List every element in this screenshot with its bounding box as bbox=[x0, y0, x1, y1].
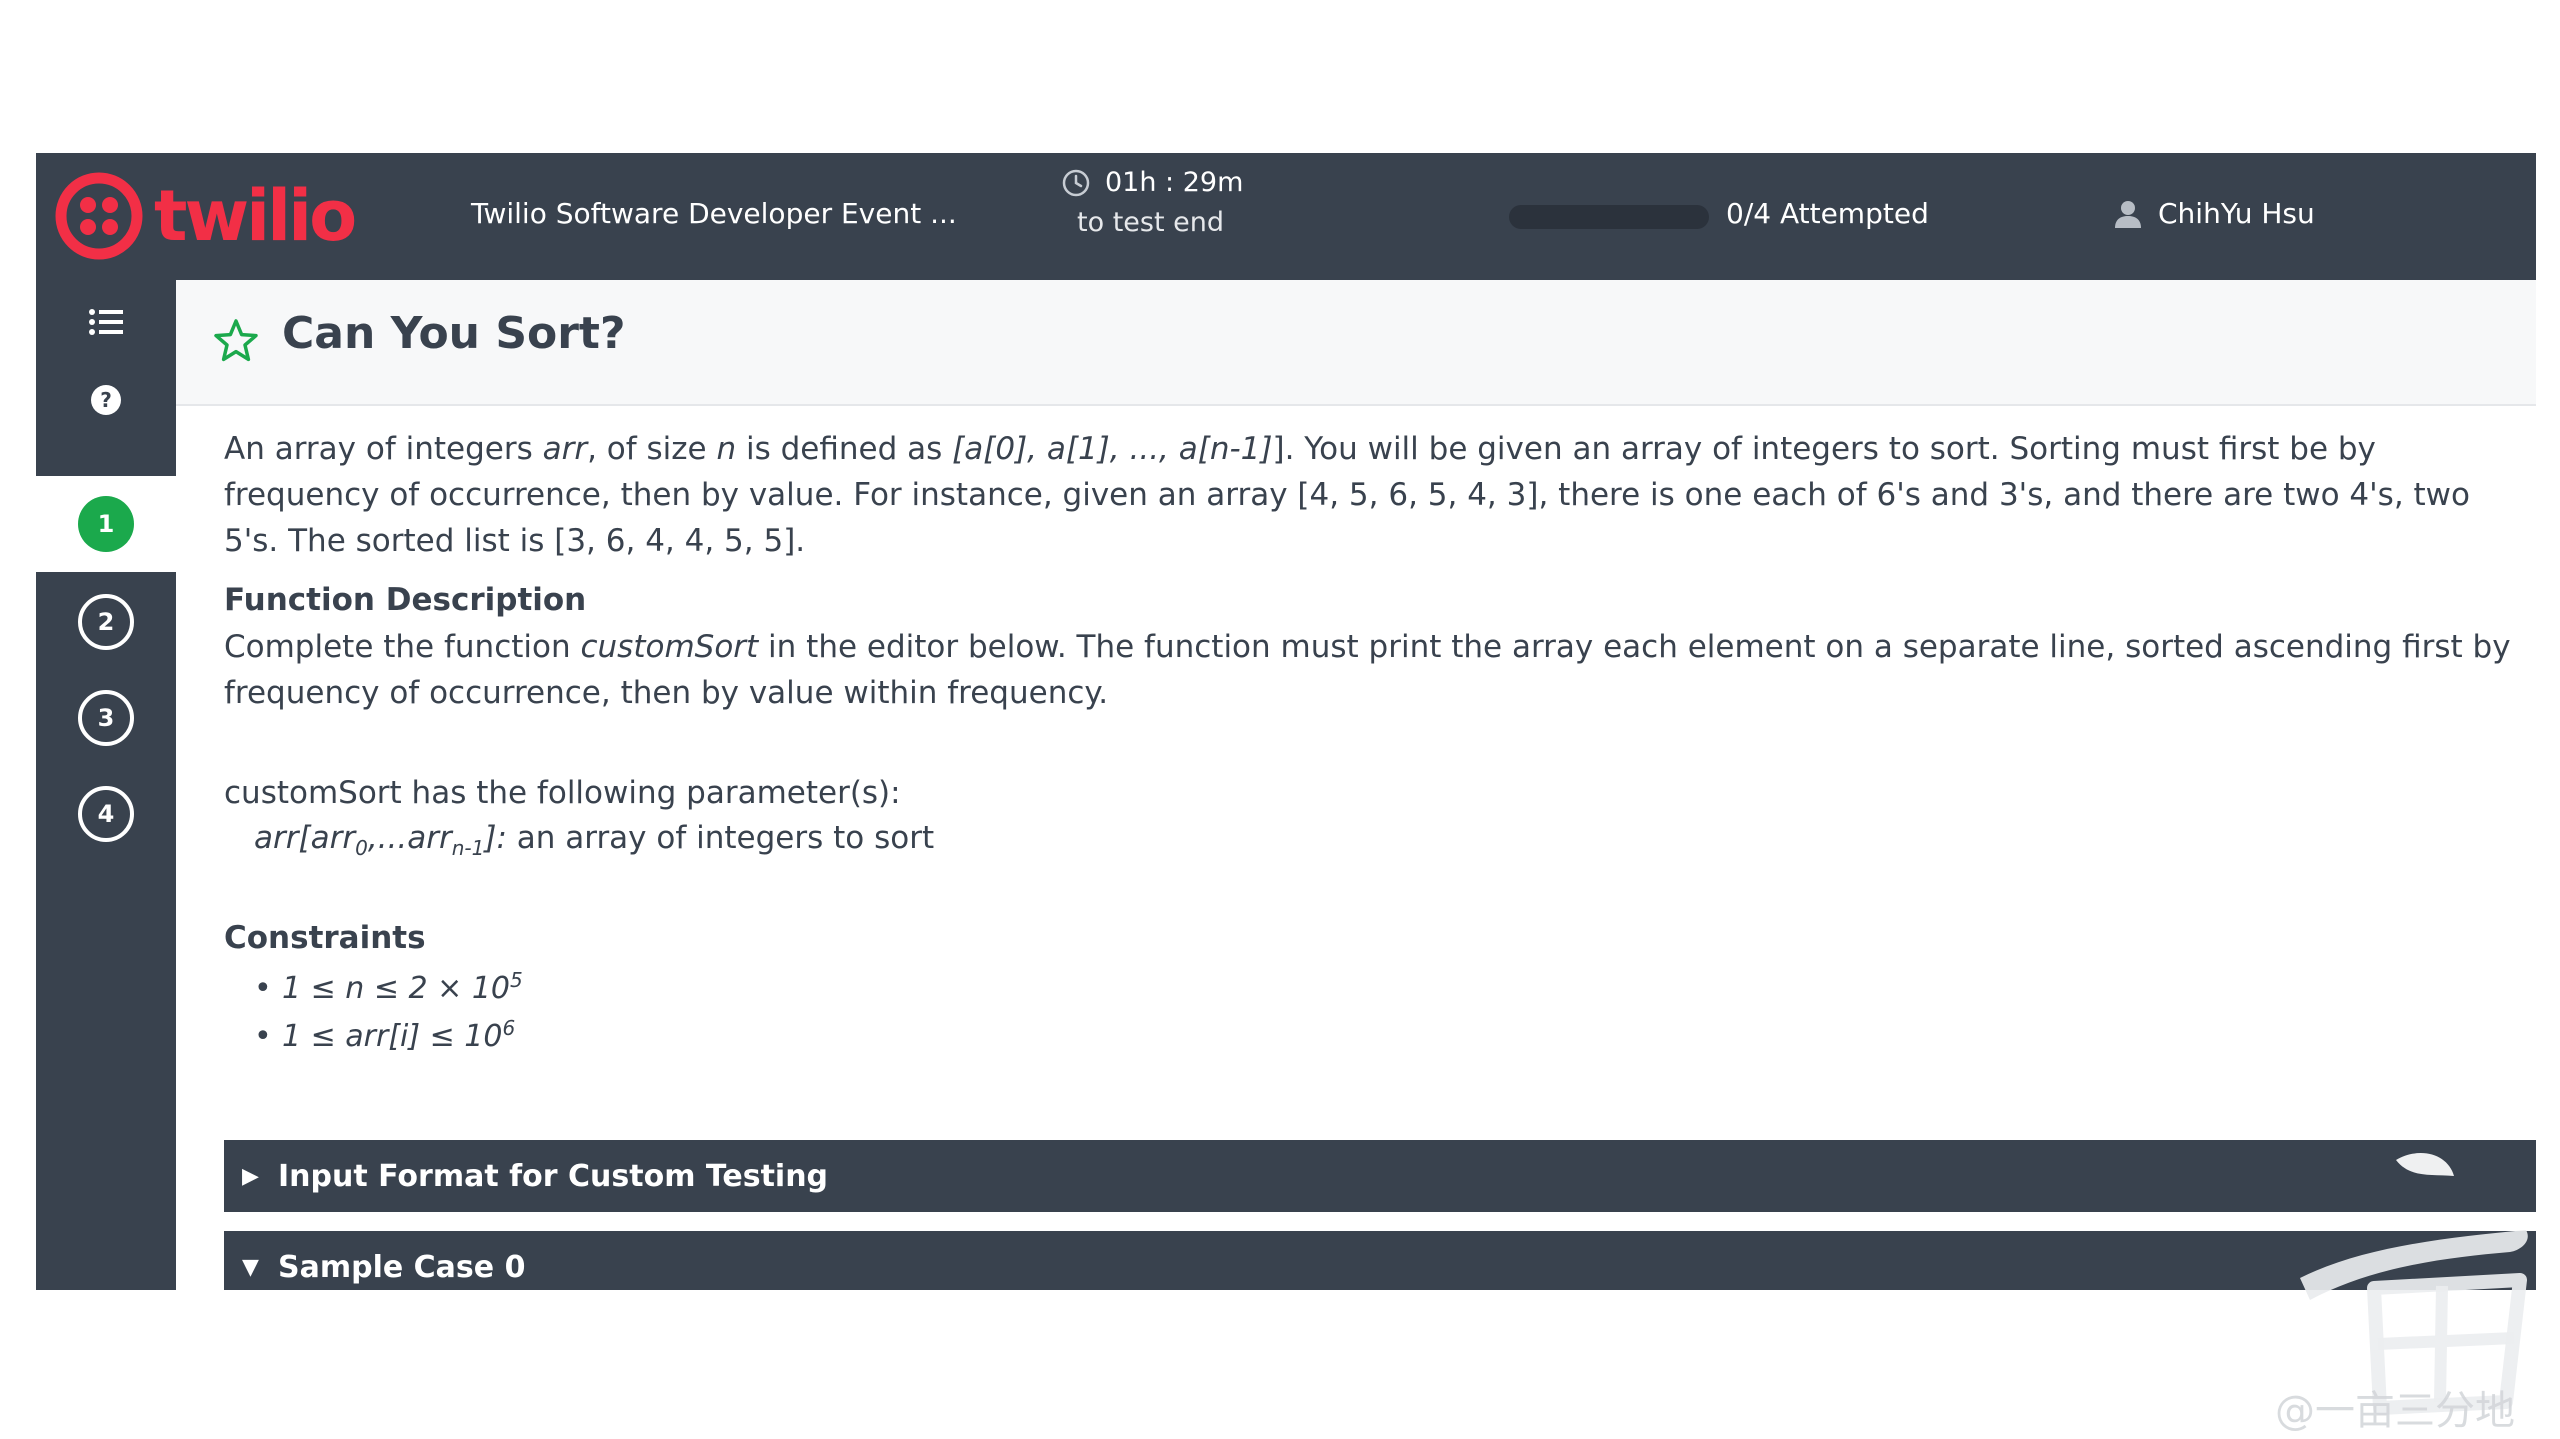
problem-title-bar: Can You Sort? bbox=[176, 280, 2536, 406]
param-description: an array of integers to sort bbox=[506, 820, 935, 856]
page-title: Can You Sort? bbox=[282, 308, 626, 359]
question-nav-3[interactable]: 3 bbox=[78, 690, 134, 746]
statement-sequence: [a[0], a[1], ..., a[n-1] bbox=[952, 431, 1273, 467]
progress-bar bbox=[1509, 205, 1709, 229]
help-button[interactable]: ? bbox=[86, 380, 126, 420]
user-name: ChihYu Hsu bbox=[2158, 197, 2315, 230]
param-name: arr[arr bbox=[254, 820, 356, 856]
description-text: Complete the function bbox=[224, 629, 581, 665]
problem-content: Can You Sort? An array of integers arr, … bbox=[176, 280, 2536, 1290]
sample-case-toggle[interactable]: ▼ Sample Case 0 bbox=[224, 1231, 2536, 1290]
list-icon bbox=[89, 309, 123, 335]
param-subscript: n-1 bbox=[451, 836, 485, 861]
twilio-logo[interactable]: twilio bbox=[54, 163, 357, 269]
function-name: customSort bbox=[580, 629, 759, 665]
question-circle-icon: ? bbox=[91, 385, 121, 415]
question-list-button[interactable] bbox=[86, 302, 126, 342]
test-app: twilio Twilio Software Developer Event .… bbox=[36, 153, 2536, 1290]
countdown-timer: 01h : 29m to test end bbox=[1061, 163, 1243, 243]
statement-var-arr: arr bbox=[542, 431, 588, 467]
function-description-text: Complete the function customSort in the … bbox=[224, 624, 2524, 716]
user-icon bbox=[2115, 200, 2141, 228]
question-nav-4[interactable]: 4 bbox=[78, 786, 134, 842]
bullet: • bbox=[254, 1019, 272, 1054]
statement-text: is defined as bbox=[736, 431, 953, 467]
constraint-text: 1 ≤ n ≤ 2 × 10 bbox=[282, 971, 510, 1006]
param-subscript: 0 bbox=[355, 836, 368, 861]
constraint-exponent: 5 bbox=[510, 968, 523, 992]
question-nav-2[interactable]: 2 bbox=[78, 594, 134, 650]
statement-text: An array of integers bbox=[224, 431, 543, 467]
caret-right-icon: ▶ bbox=[242, 1163, 259, 1189]
accordion-label: Input Format for Custom Testing bbox=[278, 1158, 829, 1194]
question-nav-1[interactable]: 1 bbox=[78, 496, 134, 552]
caret-down-icon: ▼ bbox=[242, 1254, 259, 1280]
top-header: twilio Twilio Software Developer Event .… bbox=[36, 153, 2536, 280]
problem-statement: An array of integers arr, of size n is d… bbox=[224, 426, 2524, 564]
accordion-label: Sample Case 0 bbox=[278, 1249, 526, 1285]
parameters-intro: customSort has the following parameter(s… bbox=[224, 775, 901, 811]
question-sidebar: ? 1 2 3 4 bbox=[36, 280, 176, 1290]
statement-var-n: n bbox=[716, 431, 737, 467]
user-menu[interactable]: ChihYu Hsu bbox=[2114, 197, 2315, 230]
timer-caption: to test end bbox=[1077, 207, 1224, 238]
param-name: ,...arr bbox=[367, 820, 452, 856]
statement-text: , of size bbox=[587, 431, 717, 467]
parameter-arr: arr[arr0,...arrn-1]: an array of integer… bbox=[254, 820, 934, 860]
constraint-item: • 1 ≤ n ≤ 2 × 105 bbox=[254, 968, 523, 1006]
bullet: • bbox=[254, 971, 272, 1006]
svg-text:?: ? bbox=[100, 388, 112, 412]
watermark-text: @一亩三分地 bbox=[2275, 1388, 2515, 1434]
star-icon[interactable] bbox=[212, 317, 260, 365]
constraint-exponent: 6 bbox=[502, 1016, 516, 1040]
constraint-text: 1 ≤ arr[i] ≤ 10 bbox=[282, 1019, 503, 1054]
timer-value: 01h : 29m bbox=[1105, 167, 1244, 198]
clock-icon bbox=[1062, 169, 1090, 197]
event-title[interactable]: Twilio Software Developer Event ... bbox=[471, 197, 957, 230]
constraint-item: • 1 ≤ arr[i] ≤ 106 bbox=[254, 1016, 515, 1054]
input-format-toggle[interactable]: ▶ Input Format for Custom Testing bbox=[224, 1140, 2536, 1212]
twilio-logo-icon bbox=[55, 172, 143, 260]
attempted-count: 0/4 Attempted bbox=[1726, 197, 1929, 230]
function-description-heading: Function Description bbox=[224, 582, 587, 618]
param-name: ]: bbox=[484, 820, 507, 856]
logo-wordmark: twilio bbox=[154, 175, 357, 257]
constraints-heading: Constraints bbox=[224, 920, 426, 956]
